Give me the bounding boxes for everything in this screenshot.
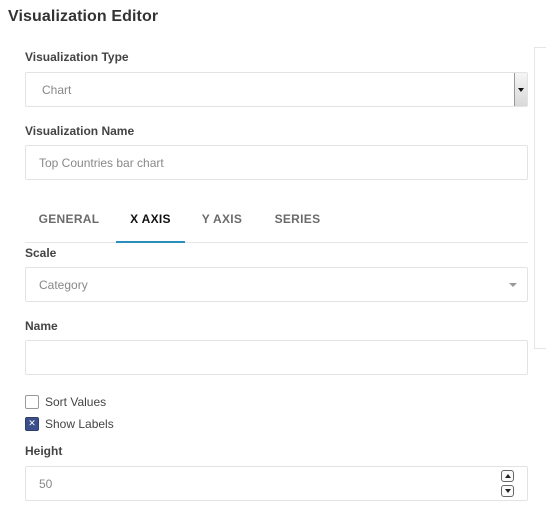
- sort-values-checkbox[interactable]: [25, 395, 39, 409]
- show-labels-label: Show Labels: [45, 417, 114, 431]
- increment-button[interactable]: [501, 470, 514, 482]
- show-labels-option[interactable]: ✕ Show Labels: [25, 416, 114, 432]
- sort-values-option[interactable]: Sort Values: [25, 394, 106, 410]
- height-label: Height: [25, 444, 63, 458]
- visualization-name-input[interactable]: Top Countries bar chart: [25, 145, 528, 180]
- show-labels-checkbox[interactable]: ✕: [25, 417, 39, 431]
- visualization-name-value: Top Countries bar chart: [39, 155, 164, 170]
- chevron-down-icon: [504, 489, 511, 493]
- axis-name-input[interactable]: [25, 340, 528, 375]
- visualization-type-value: Chart: [42, 82, 72, 97]
- height-input[interactable]: 50: [25, 466, 528, 501]
- scale-select[interactable]: Category: [25, 267, 528, 302]
- editor-title: Visualization Editor: [8, 8, 159, 25]
- tab-y-axis[interactable]: Y AXIS: [188, 196, 256, 243]
- visualization-type-label: Visualization Type: [25, 50, 129, 64]
- scale-label: Scale: [25, 246, 57, 260]
- side-panel-edge: [534, 47, 546, 349]
- check-mark-icon: ✕: [28, 418, 36, 429]
- axis-name-label: Name: [25, 319, 58, 333]
- height-value: 50: [39, 476, 53, 491]
- editor-tabs: GENERAL X AXIS Y AXIS SERIES: [25, 196, 528, 243]
- visualization-name-label: Visualization Name: [25, 124, 135, 138]
- decrement-button[interactable]: [501, 485, 514, 497]
- tab-general[interactable]: GENERAL: [25, 196, 113, 243]
- dropdown-arrow-icon[interactable]: [514, 73, 527, 106]
- tab-x-axis[interactable]: X AXIS: [116, 196, 185, 243]
- tab-series[interactable]: SERIES: [261, 196, 334, 243]
- visualization-type-select[interactable]: Chart: [25, 72, 528, 107]
- chevron-down-icon: [509, 283, 517, 287]
- height-stepper[interactable]: [501, 470, 514, 497]
- sort-values-label: Sort Values: [45, 395, 107, 409]
- chevron-up-icon: [504, 474, 511, 478]
- scale-value: Category: [39, 277, 88, 292]
